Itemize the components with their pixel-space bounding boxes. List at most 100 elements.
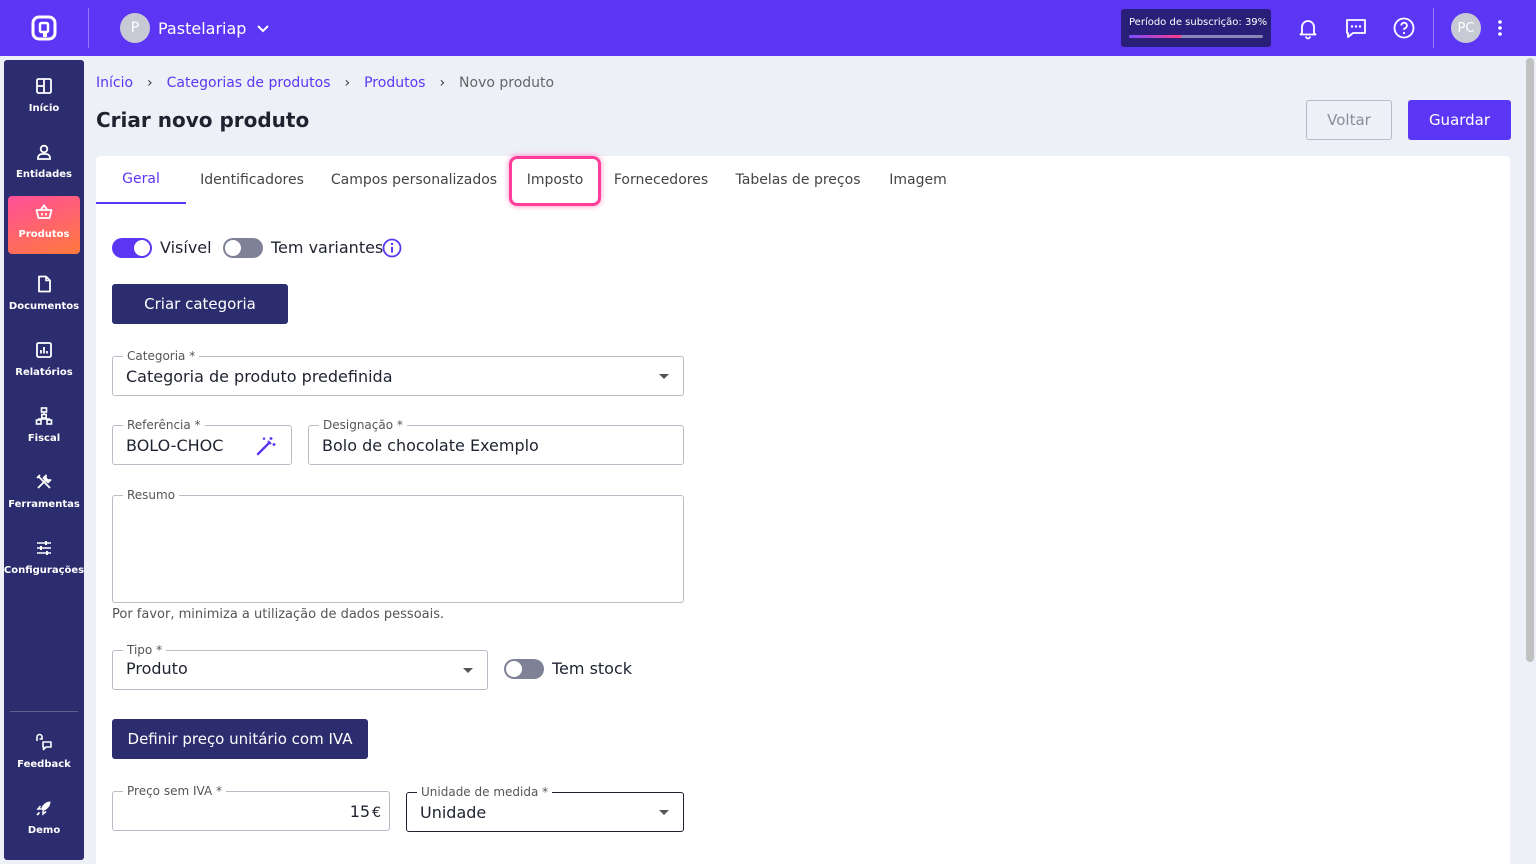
type-label: Tipo * bbox=[123, 643, 167, 657]
designation-field[interactable]: Designação * Bolo de chocolate Exemplo bbox=[308, 418, 684, 465]
bell-icon[interactable] bbox=[1296, 16, 1320, 40]
price-value: 15 bbox=[349, 802, 371, 821]
tab-identificadores[interactable]: Identificadores bbox=[192, 156, 312, 204]
topbar-divider-right bbox=[1433, 8, 1434, 48]
visible-toggle[interactable] bbox=[112, 238, 152, 258]
subscription-progress-fill bbox=[1129, 35, 1182, 38]
sidebar-item-label: Relatórios bbox=[15, 367, 73, 378]
reference-field[interactable]: Referência * BOLO-CHOC bbox=[112, 418, 292, 465]
basket-icon bbox=[34, 202, 54, 222]
company-avatar: P bbox=[120, 13, 150, 43]
breadcrumb-link-inicio[interactable]: Início bbox=[96, 75, 133, 91]
summary-hint: Por favor, minimiza a utilização de dado… bbox=[112, 607, 445, 622]
sidebar-item-label: Produtos bbox=[18, 229, 70, 240]
sidebar-item-label: Início bbox=[28, 103, 60, 114]
breadcrumb-current: Novo produto bbox=[459, 75, 555, 91]
chat-icon[interactable] bbox=[1344, 16, 1368, 40]
sidebar-item-label: Documentos bbox=[8, 301, 80, 312]
variants-label: Tem variantes bbox=[271, 238, 384, 257]
stock-label: Tem stock bbox=[552, 659, 633, 678]
price-without-vat-field[interactable]: Preço sem IVA * 15 € bbox=[112, 784, 390, 831]
sidebar-item-ferramentas[interactable]: Ferramentas bbox=[8, 466, 80, 524]
visible-label: Visível bbox=[160, 238, 212, 257]
unit-value: Unidade bbox=[420, 803, 487, 822]
sidebar-item-demo[interactable]: Demo bbox=[8, 792, 80, 850]
toggle-knob bbox=[506, 661, 522, 677]
breadcrumb-link-categorias[interactable]: Categorias de produtos bbox=[167, 75, 331, 91]
magic-wand-icon[interactable] bbox=[255, 435, 277, 457]
reference-value: BOLO-CHOC bbox=[126, 436, 224, 455]
company-name: Pastelariap bbox=[158, 18, 247, 38]
tab-fornecedores[interactable]: Fornecedores bbox=[610, 156, 712, 204]
price-label: Preço sem IVA * bbox=[123, 784, 226, 798]
sliders-icon bbox=[34, 538, 54, 558]
tab-tabelas-de-precos[interactable]: Tabelas de preços bbox=[730, 156, 866, 204]
designation-label: Designação * bbox=[319, 418, 407, 432]
more-vertical-icon[interactable] bbox=[1488, 16, 1512, 40]
unit-label: Unidade de medida * bbox=[417, 785, 553, 799]
sidebar-item-label: Ferramentas bbox=[8, 499, 80, 510]
top-bar: P Pastelariap Período de subscrição: 39%… bbox=[0, 0, 1536, 56]
tab-imposto[interactable]: Imposto bbox=[514, 156, 596, 204]
reference-label: Referência * bbox=[123, 418, 205, 432]
category-value: Categoria de produto predefinida bbox=[126, 367, 393, 386]
product-form-card: Geral Identificadores Campos personaliza… bbox=[96, 156, 1510, 864]
chevron-right-icon: › bbox=[344, 75, 351, 91]
sidebar-item-fiscal[interactable]: Fiscal bbox=[8, 400, 80, 458]
help-icon[interactable] bbox=[1392, 16, 1416, 40]
category-select[interactable]: Categoria * Categoria de produto predefi… bbox=[112, 349, 684, 396]
tab-imagem[interactable]: Imagem bbox=[882, 156, 954, 204]
toggle-knob bbox=[134, 240, 150, 256]
breadcrumb: Início › Categorias de produtos › Produt… bbox=[96, 75, 554, 91]
sidebar-item-label: Fiscal bbox=[27, 433, 61, 444]
chevron-down-icon bbox=[256, 21, 270, 35]
sidebar-item-feedback[interactable]: Feedback bbox=[8, 726, 80, 784]
summary-textarea[interactable]: Resumo bbox=[112, 488, 684, 603]
dashboard-icon bbox=[34, 76, 54, 96]
create-category-button[interactable]: Criar categoria bbox=[112, 284, 288, 324]
sidebar-item-produtos[interactable]: Produtos bbox=[8, 196, 80, 254]
feedback-icon bbox=[34, 732, 54, 752]
rocket-icon bbox=[34, 798, 54, 818]
summary-label: Resumo bbox=[123, 488, 180, 502]
subscription-period-badge[interactable]: Período de subscrição: 39% bbox=[1121, 9, 1271, 47]
dropdown-arrow-icon bbox=[463, 668, 473, 673]
sidebar-item-entidades[interactable]: Entidades bbox=[8, 136, 80, 194]
sidebar-item-label: Demo bbox=[27, 825, 61, 836]
sidebar-item-relatorios[interactable]: Relatórios bbox=[8, 334, 80, 392]
sidebar-divider bbox=[10, 711, 78, 712]
sidebar-item-configuracoes[interactable]: Configurações bbox=[4, 532, 84, 590]
sidebar: Início Entidades Produtos Documentos Rel… bbox=[4, 60, 84, 860]
tools-icon bbox=[34, 472, 54, 492]
subscription-label: Período de subscrição: 39% bbox=[1129, 17, 1268, 28]
set-unit-price-with-vat-button[interactable]: Definir preço unitário com IVA bbox=[112, 719, 368, 759]
topbar-divider bbox=[88, 8, 89, 48]
sidebar-item-inicio[interactable]: Início bbox=[8, 70, 80, 128]
user-avatar[interactable]: PC bbox=[1451, 13, 1481, 43]
unit-of-measure-select[interactable]: Unidade de medida * Unidade bbox=[406, 785, 684, 832]
stock-toggle[interactable] bbox=[504, 659, 544, 679]
sidebar-item-documentos[interactable]: Documentos bbox=[8, 268, 80, 326]
tab-campos-personalizados[interactable]: Campos personalizados bbox=[328, 156, 500, 204]
variants-toggle[interactable] bbox=[223, 238, 263, 258]
currency-symbol: € bbox=[372, 805, 381, 821]
sidebar-item-label: Configurações bbox=[3, 565, 85, 576]
document-icon bbox=[34, 274, 54, 294]
subscription-progress-bar bbox=[1129, 35, 1263, 38]
save-button[interactable]: Guardar bbox=[1408, 100, 1511, 140]
chevron-right-icon: › bbox=[147, 75, 153, 91]
price-value-wrapper: 15 € bbox=[350, 802, 381, 821]
info-icon[interactable] bbox=[382, 238, 402, 258]
app-logo-icon[interactable] bbox=[30, 14, 58, 42]
sidebar-item-label: Feedback bbox=[17, 759, 71, 770]
breadcrumb-link-produtos[interactable]: Produtos bbox=[364, 75, 425, 91]
back-button[interactable]: Voltar bbox=[1306, 100, 1392, 140]
toggle-knob bbox=[225, 240, 241, 256]
company-selector[interactable]: P Pastelariap bbox=[120, 13, 270, 43]
page-scrollbar[interactable] bbox=[1526, 58, 1534, 662]
tab-geral[interactable]: Geral bbox=[96, 156, 186, 204]
type-select[interactable]: Tipo * Produto bbox=[112, 643, 488, 690]
dropdown-arrow-icon bbox=[659, 374, 669, 379]
designation-value: Bolo de chocolate Exemplo bbox=[322, 436, 539, 455]
hierarchy-icon bbox=[34, 406, 54, 426]
